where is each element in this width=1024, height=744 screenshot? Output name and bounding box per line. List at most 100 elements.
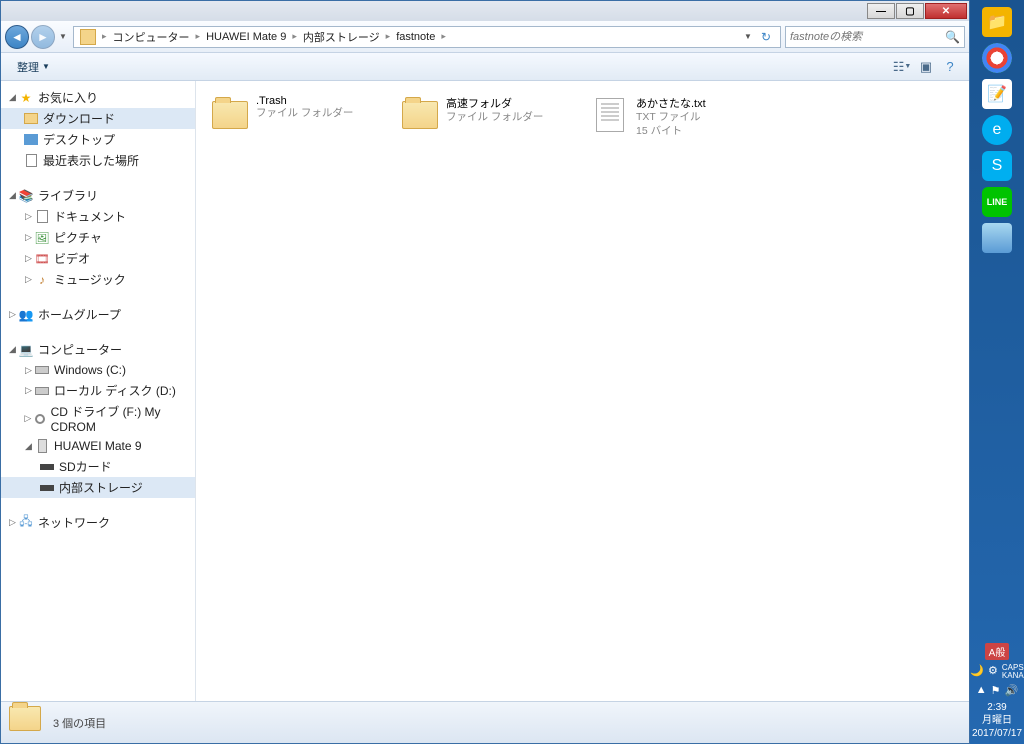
chevron-right-icon: ▸: [384, 31, 393, 42]
refresh-button[interactable]: ↻: [754, 30, 778, 44]
collapse-icon: ◢: [23, 441, 34, 452]
clock[interactable]: 2:39 月曜日 2017/07/17: [972, 701, 1022, 740]
help-button[interactable]: ?: [939, 56, 961, 78]
breadcrumb-item[interactable]: HUAWEI Mate 9: [202, 31, 290, 43]
file-name: 高速フォルダ: [446, 95, 582, 111]
breadcrumb-item[interactable]: fastnote: [392, 31, 439, 43]
storage-icon: [39, 459, 55, 475]
document-icon: [34, 209, 50, 225]
sidebar-item-recent[interactable]: 最近表示した場所: [1, 150, 195, 171]
sidebar-item-label: 内部ストレージ: [59, 479, 143, 496]
volume-icon[interactable]: 🔊: [1005, 684, 1019, 697]
drive-icon: [34, 362, 50, 378]
time-text: 2:39: [972, 701, 1022, 714]
storage-icon: [39, 480, 55, 496]
photos-icon[interactable]: [982, 223, 1012, 253]
breadcrumb[interactable]: ▸ コンピューター ▸ HUAWEI Mate 9 ▸ 内部ストレージ ▸ fa…: [73, 26, 781, 48]
organize-menu[interactable]: 整理 ▼: [9, 56, 58, 78]
homegroup-label: ホームグループ: [38, 306, 121, 323]
collapse-icon: ◢: [7, 190, 18, 201]
homegroup-icon: 👥: [18, 307, 34, 323]
breadcrumb-item[interactable]: コンピューター: [109, 29, 194, 45]
video-icon: 🎞: [34, 251, 50, 267]
system-tray: A般 🌙 ⚙ CAPSKANA ▲ ⚑ 🔊 2:39 月曜日 2017/07/1…: [970, 641, 1024, 744]
file-item[interactable]: .Trash ファイル フォルダー: [206, 91, 396, 142]
line-icon[interactable]: LINE: [982, 187, 1012, 217]
computer-icon: 💻: [18, 342, 34, 358]
tray-icon[interactable]: ⚙: [988, 664, 998, 680]
search-box[interactable]: 🔍: [785, 26, 965, 48]
expand-icon: ▷: [23, 211, 34, 222]
network-header[interactable]: ▷ 🖧 ネットワーク: [1, 512, 195, 533]
sidebar-item-downloads[interactable]: ダウンロード: [1, 108, 195, 129]
sidebar-item-cd-drive[interactable]: ▷ CD ドライブ (F:) My CDROM: [1, 401, 195, 436]
collapse-icon: ◢: [7, 344, 18, 355]
search-input[interactable]: [790, 31, 945, 43]
back-button[interactable]: ◄: [5, 25, 29, 49]
search-icon[interactable]: 🔍: [945, 30, 960, 44]
window-titlebar: — ▢ ✕: [1, 1, 969, 21]
explorer-window: — ▢ ✕ ◄ ► ▼ ▸ コンピューター ▸ HUAWEI Mate 9 ▸ …: [0, 0, 970, 744]
sidebar-item-label: ミュージック: [54, 271, 126, 288]
sidebar-item-drive-c[interactable]: ▷ Windows (C:): [1, 360, 195, 380]
breadcrumb-item[interactable]: 内部ストレージ: [299, 29, 384, 45]
sidebar-item-pictures[interactable]: ▷ 🖼 ピクチャ: [1, 227, 195, 248]
collapse-icon: ◢: [7, 92, 18, 103]
maximize-button[interactable]: ▢: [896, 3, 924, 19]
cd-icon: [33, 411, 47, 427]
music-icon: ♪: [34, 272, 50, 288]
notes-icon[interactable]: 📝: [982, 79, 1012, 109]
computer-header[interactable]: ◢ 💻 コンピューター: [1, 339, 195, 360]
sidebar-item-label: Windows (C:): [54, 363, 126, 377]
sidebar-item-desktop[interactable]: デスクトップ: [1, 129, 195, 150]
status-text: 3 個の項目: [53, 715, 106, 731]
drive-icon: [34, 383, 50, 399]
sidebar-item-sdcard[interactable]: SDカード: [1, 456, 195, 477]
minimize-button[interactable]: —: [867, 3, 895, 19]
folder-icon: [210, 95, 250, 135]
expand-icon: ▷: [23, 365, 34, 376]
app-icon[interactable]: 📁: [982, 7, 1012, 37]
computer-label: コンピューター: [38, 341, 122, 358]
homegroup-header[interactable]: ▷ 👥 ホームグループ: [1, 304, 195, 325]
sidebar-item-phone[interactable]: ◢ HUAWEI Mate 9: [1, 436, 195, 456]
flag-icon[interactable]: ⚑: [991, 684, 1001, 697]
sidebar-item-label: ピクチャ: [54, 229, 102, 246]
network-label: ネットワーク: [38, 514, 110, 531]
sidebar-item-label: デスクトップ: [43, 131, 115, 148]
sidebar-item-internal-storage[interactable]: 内部ストレージ: [1, 477, 195, 498]
folder-icon: [80, 29, 96, 45]
expand-icon: ▷: [7, 517, 18, 528]
history-dropdown[interactable]: ▼: [57, 25, 69, 49]
expand-icon: ▷: [23, 385, 34, 396]
edge-icon[interactable]: e: [982, 115, 1012, 145]
skype-icon[interactable]: S: [982, 151, 1012, 181]
tray-icon[interactable]: 🌙: [970, 664, 984, 680]
sidebar-item-label: ローカル ディスク (D:): [54, 382, 176, 399]
sidebar-item-label: ドキュメント: [54, 208, 126, 225]
libraries-header[interactable]: ◢ 📚 ライブラリ: [1, 185, 195, 206]
recent-icon: [23, 153, 39, 169]
desktop-icon: [23, 132, 39, 148]
favorites-header[interactable]: ◢ ★ お気に入り: [1, 87, 195, 108]
file-item[interactable]: 高速フォルダ ファイル フォルダー: [396, 91, 586, 142]
file-item[interactable]: あかさたな.txt TXT ファイル 15 バイト: [586, 91, 776, 142]
chrome-icon[interactable]: [982, 43, 1012, 73]
view-options-button[interactable]: ☷▼: [891, 56, 913, 78]
sidebar-item-music[interactable]: ▷ ♪ ミュージック: [1, 269, 195, 290]
sidebar-item-label: ダウンロード: [43, 110, 115, 127]
tray-icon[interactable]: ▲: [976, 684, 987, 697]
sidebar-item-drive-d[interactable]: ▷ ローカル ディスク (D:): [1, 380, 195, 401]
ime-indicator[interactable]: A般: [985, 643, 1010, 660]
sidebar-item-label: CD ドライブ (F:) My CDROM: [51, 403, 189, 434]
breadcrumb-dropdown[interactable]: ▼: [742, 25, 754, 49]
folder-icon: [400, 95, 440, 135]
chevron-down-icon: ▼: [42, 62, 50, 71]
expand-icon: ▷: [23, 232, 34, 243]
text-file-icon: [590, 95, 630, 135]
sidebar-item-videos[interactable]: ▷ 🎞 ビデオ: [1, 248, 195, 269]
sidebar-item-documents[interactable]: ▷ ドキュメント: [1, 206, 195, 227]
close-button[interactable]: ✕: [925, 3, 967, 19]
preview-pane-button[interactable]: ▣: [915, 56, 937, 78]
forward-button[interactable]: ►: [31, 25, 55, 49]
